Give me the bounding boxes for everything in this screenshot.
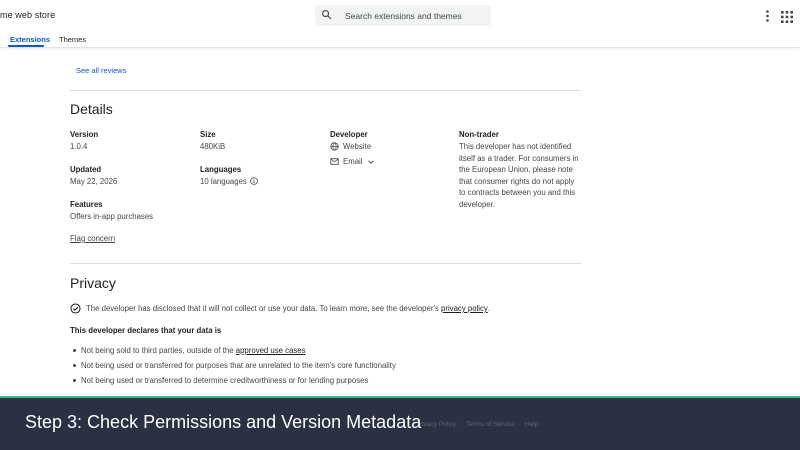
globe-icon [330,142,339,151]
chevron-down-icon [367,159,374,164]
bullet-text: Not being used or transferred to determi… [81,376,369,385]
step-caption: Step 3: Check Permissions and Version Me… [25,412,422,432]
tab-extensions[interactable]: Extensions [10,35,50,44]
list-item: Not being sold to third parties, outside… [70,346,306,355]
footer-separator: · [518,421,521,428]
disclosure-end: . [487,304,490,313]
privacy-policy-link[interactable]: privacy policy [441,304,488,313]
search-input[interactable]: Search extensions and themes [345,11,462,21]
banner-accent-line [0,396,800,398]
bullet-text: Not being used or transferred for purpos… [81,361,396,370]
see-all-reviews-link[interactable]: See all reviews [76,66,126,75]
top-bar: me web store Search extensions and theme… [0,0,800,48]
languages-row: 10 languages [200,177,258,186]
tab-themes[interactable]: Themes [59,35,86,44]
footer-privacy-link[interactable]: rivacy Policy [420,421,456,428]
store-name[interactable]: me web store [0,10,55,20]
developer-website-link[interactable]: Website [330,142,371,151]
check-circle-icon [70,303,81,314]
bullet-text: Not being sold to third parties, outside… [81,346,234,355]
declares-heading: This developer declares that your data i… [70,326,222,335]
active-tab-indicator [8,45,44,47]
size-value: 480KiB [200,142,226,151]
approved-use-cases-link[interactable]: approved use cases [236,346,306,355]
search-icon [321,7,332,25]
languages-value: 10 languages [200,177,247,186]
disclosure-text: The developer has disclosed that it will… [86,304,439,313]
bullet-dot [73,349,76,352]
languages-label: Languages [200,165,242,174]
developer-label: Developer [330,130,368,139]
features-value: Offers in-app purchases [70,212,154,221]
developer-email-dropdown[interactable]: Email [330,157,379,166]
size-label: Size [200,130,216,139]
version-value: 1.0.4 [70,142,88,151]
section-divider [70,263,581,264]
privacy-disclosure: The developer has disclosed that it will… [70,303,490,314]
details-heading: Details [70,101,113,117]
non-trader-text: This developer has not identified itself… [459,142,579,209]
non-trader-label: Non-trader [459,130,499,139]
apps-grid-icon[interactable] [781,10,793,23]
section-divider [70,90,581,91]
updated-value: May 22, 2026 [70,177,118,186]
footer-terms-link[interactable]: Terms of Service [466,421,514,428]
footer-help-link[interactable]: Help [525,421,538,428]
footer-links: rivacy Policy · Terms of Service · Help [420,421,538,428]
search-box[interactable]: Search extensions and themes [315,5,491,26]
footer-separator: · [460,421,463,428]
email-label: Email [343,157,363,166]
features-label: Features [70,200,103,209]
flag-concern-link[interactable]: Flag concern [70,234,115,243]
list-item: Not being used or transferred to determi… [70,376,368,385]
privacy-heading: Privacy [70,275,116,291]
more-vert-icon[interactable] [762,9,772,23]
website-label: Website [343,142,372,151]
bullet-dot [73,379,76,382]
list-item: Not being used or transferred for purpos… [70,361,396,370]
info-icon[interactable] [250,177,258,185]
updated-label: Updated [70,165,102,174]
mail-icon [330,158,339,165]
version-label: Version [70,130,99,139]
bullet-dot [73,364,76,367]
